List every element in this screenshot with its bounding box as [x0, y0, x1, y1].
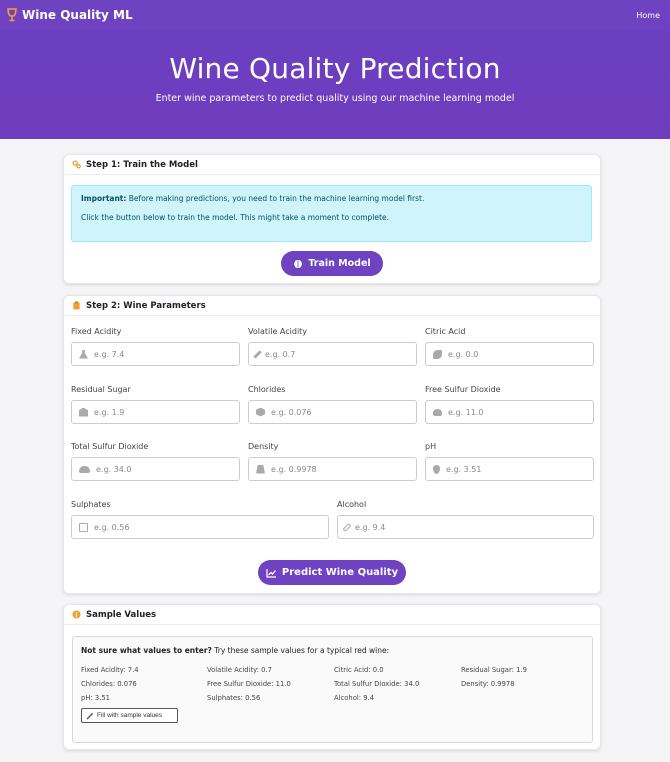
sample-intro-strong: Not sure what values to enter? — [81, 646, 212, 655]
citric-acid-placeholder: e.g. 0.0 — [448, 349, 479, 359]
wine-parameters-header: Step 2: Wine Parameters — [64, 296, 600, 316]
wine-bottle-icon — [342, 522, 352, 532]
train-model-label: Train Model — [308, 258, 371, 269]
total-sulfur-dioxide-input[interactable]: e.g. 34.0 — [71, 457, 240, 481]
cubes-icon — [79, 407, 88, 417]
weight-icon — [256, 464, 265, 474]
sample-value-alcohol: Alcohol: 9.4 — [334, 694, 375, 702]
train-model-title: Step 1: Train the Model — [86, 159, 198, 170]
sample-intro-text: Try these sample values for a typical re… — [211, 646, 390, 655]
alcohol-label: Alcohol — [337, 500, 367, 509]
magic-wand-icon — [86, 712, 94, 719]
sample-value-ph: pH: 3.51 — [81, 694, 111, 702]
nav-home-link[interactable]: Home — [636, 11, 660, 20]
predict-wine-quality-button[interactable]: Predict Wine Quality — [258, 560, 406, 585]
ph-input[interactable]: e.g. 3.51 — [425, 457, 594, 481]
sample-value-volatile-acidity: Volatile Acidity: 0.7 — [207, 666, 272, 674]
train-model-header: Step 1: Train the Model — [64, 155, 600, 175]
navbar: Wine Quality ML Home — [0, 0, 670, 30]
droplet-icon — [433, 464, 440, 474]
sample-values-title: Sample Values — [86, 609, 157, 620]
density-placeholder: e.g. 0.9978 — [271, 464, 317, 474]
alert-line-1: Important: Before making predictions, yo… — [81, 195, 582, 203]
volatile-acidity-placeholder: e.g. 0.7 — [265, 349, 296, 359]
sample-values-card: Sample Values Not sure what values to en… — [63, 604, 601, 750]
free-sulfur-dioxide-placeholder: e.g. 11.0 — [448, 407, 484, 417]
sample-value-free-sulfur-dioxide: Free Sulfur Dioxide: 11.0 — [207, 680, 291, 688]
train-model-card: Step 1: Train the Model Important: Befor… — [63, 154, 601, 284]
info-circle-icon — [72, 610, 81, 619]
fixed-acidity-input[interactable]: e.g. 7.4 — [71, 342, 240, 366]
train-model-button[interactable]: Train Model — [281, 251, 383, 276]
alert-line-2: Click the button below to train the mode… — [81, 212, 389, 222]
page-subtitle: Enter wine parameters to predict quality… — [155, 93, 515, 104]
train-info-alert: Important: Before making predictions, yo… — [71, 185, 592, 242]
sample-value-total-sulfur-dioxide: Total Sulfur Dioxide: 34.0 — [334, 680, 420, 688]
atom-icon — [256, 407, 265, 417]
flask-icon — [79, 349, 88, 359]
sample-value-sulphates: Sulphates: 0.56 — [207, 694, 261, 702]
prescription-bottle-icon — [79, 522, 88, 532]
total-sulfur-dioxide-label: Total Sulfur Dioxide — [71, 442, 149, 451]
sulphates-input[interactable]: e.g. 0.56 — [71, 515, 329, 539]
fill-sample-values-label: Fill with sample values — [97, 712, 163, 719]
volatile-acidity-input[interactable]: e.g. 0.7 — [248, 342, 417, 366]
free-sulfur-dioxide-input[interactable]: e.g. 11.0 — [425, 400, 594, 424]
vial-icon — [253, 349, 262, 359]
lemon-icon — [433, 349, 442, 359]
volatile-acidity-label: Volatile Acidity — [248, 327, 308, 336]
total-sulfur-dioxide-placeholder: e.g. 34.0 — [96, 464, 132, 474]
cogs-icon — [72, 160, 81, 169]
sample-values-header: Sample Values — [64, 605, 600, 625]
smog-icon — [433, 408, 442, 416]
citric-acid-input[interactable]: e.g. 0.0 — [425, 342, 594, 366]
fixed-acidity-label: Fixed Acidity — [71, 327, 122, 336]
free-sulfur-dioxide-label: Free Sulfur Dioxide — [425, 385, 501, 394]
sulphates-label: Sulphates — [71, 500, 111, 509]
alert-strong: Important: — [81, 194, 127, 203]
wine-glass-icon — [7, 8, 17, 22]
hero-banner: Wine Quality Prediction Enter wine param… — [0, 30, 670, 139]
chart-line-icon — [266, 568, 276, 578]
citric-acid-label: Citric Acid — [425, 327, 466, 336]
sample-value-chlorides: Chlorides: 0.076 — [81, 680, 137, 688]
page-title: Wine Quality Prediction — [169, 52, 501, 85]
alcohol-placeholder: e.g. 9.4 — [355, 522, 386, 532]
sample-value-residual-sugar: Residual Sugar: 1.9 — [461, 666, 527, 674]
density-input[interactable]: e.g. 0.9978 — [248, 457, 417, 481]
wine-parameters-title: Step 2: Wine Parameters — [86, 300, 206, 311]
brand[interactable]: Wine Quality ML — [6, 8, 133, 22]
residual-sugar-placeholder: e.g. 1.9 — [94, 407, 125, 417]
brain-icon — [294, 259, 303, 268]
residual-sugar-input[interactable]: e.g. 1.9 — [71, 400, 240, 424]
clipboard-icon — [73, 301, 80, 310]
residual-sugar-label: Residual Sugar — [71, 385, 131, 394]
fill-sample-values-button[interactable]: Fill with sample values — [81, 708, 178, 723]
fixed-acidity-placeholder: e.g. 7.4 — [94, 349, 125, 359]
alert-text: Before making predictions, you need to t… — [126, 194, 425, 203]
ph-placeholder: e.g. 3.51 — [446, 464, 482, 474]
brand-label: Wine Quality ML — [22, 8, 133, 22]
sample-values-box: Not sure what values to enter? Try these… — [72, 636, 593, 743]
density-label: Density — [248, 442, 279, 451]
predict-wine-quality-label: Predict Wine Quality — [281, 567, 399, 578]
sample-value-density: Density: 0.9978 — [461, 680, 515, 688]
wine-parameters-card: Step 2: Wine Parameters Fixed Acidity e.… — [63, 295, 601, 594]
sulphates-placeholder: e.g. 0.56 — [94, 522, 130, 532]
ph-label: pH — [425, 442, 437, 451]
sample-value-citric-acid: Citric Acid: 0.0 — [334, 666, 384, 674]
alcohol-input[interactable]: e.g. 9.4 — [337, 515, 594, 539]
chlorides-label: Chlorides — [248, 385, 286, 394]
chlorides-input[interactable]: e.g. 0.076 — [248, 400, 417, 424]
sample-values-intro: Not sure what values to enter? Try these… — [81, 646, 584, 655]
chlorides-placeholder: e.g. 0.076 — [271, 407, 312, 417]
sample-value-fixed-acidity: Fixed Acidity: 7.4 — [81, 666, 139, 674]
cloud-icon — [79, 465, 90, 473]
